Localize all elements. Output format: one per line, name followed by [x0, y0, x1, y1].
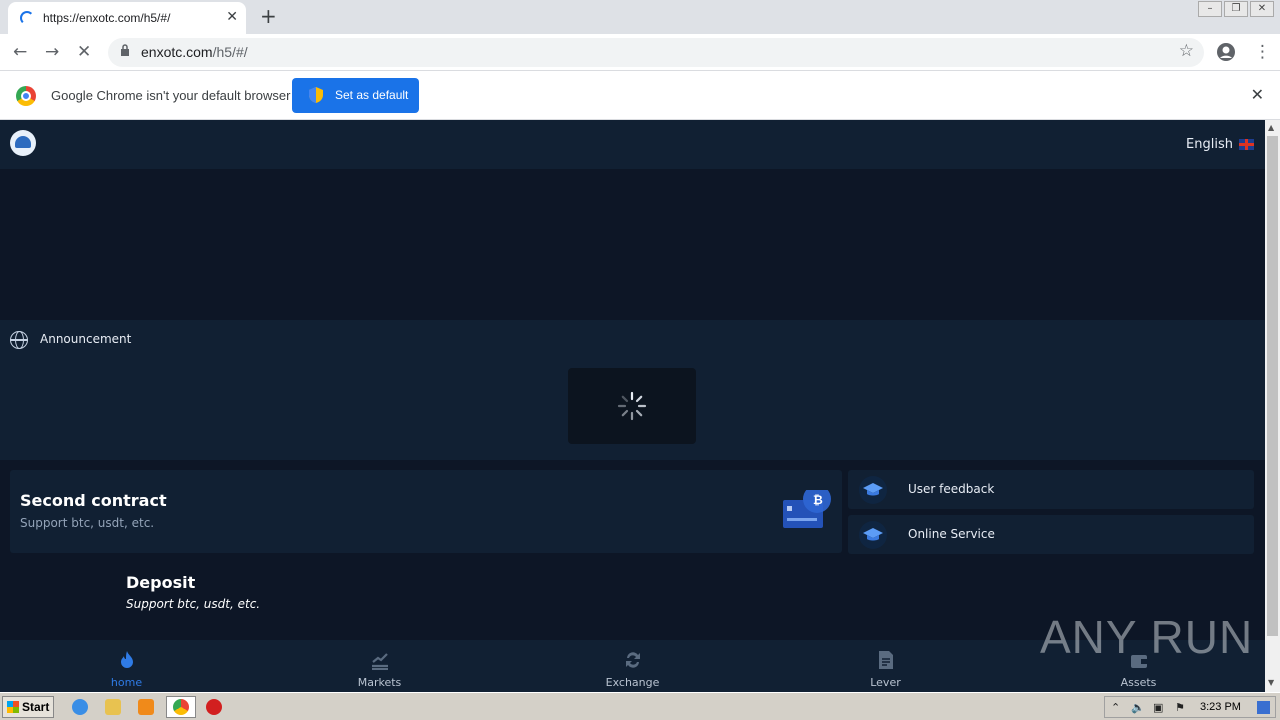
graduation-cap-icon	[859, 521, 887, 549]
url-path: /h5/#/	[212, 44, 248, 60]
document-icon	[879, 651, 893, 669]
flag-tray-icon[interactable]: ⚑	[1175, 701, 1188, 714]
scrollbar-thumb[interactable]	[1267, 136, 1278, 636]
nav-lever-label: Lever	[870, 676, 901, 689]
shield-icon	[309, 87, 323, 103]
contract-title: Second contract	[20, 491, 167, 510]
browser-tab[interactable]: https://enxotc.com/h5/#/ ✕	[8, 2, 246, 34]
back-icon[interactable]: ←	[13, 42, 27, 62]
tab-title: https://enxotc.com/h5/#/	[43, 11, 171, 25]
loading-spinner-icon	[20, 11, 34, 25]
loading-overlay	[568, 368, 696, 444]
user-feedback-item[interactable]: User feedback	[848, 470, 1254, 509]
flame-icon	[121, 651, 133, 668]
language-selector[interactable]: English	[1186, 137, 1233, 152]
nav-markets[interactable]: Markets	[253, 640, 506, 692]
profile-icon[interactable]	[1216, 42, 1236, 62]
svg-text:₿: ₿	[813, 493, 823, 507]
ie-icon[interactable]	[72, 699, 88, 715]
start-label: Start	[22, 700, 50, 714]
exchange-icon	[626, 652, 640, 668]
infobar-close-icon[interactable]: ✕	[1251, 85, 1264, 104]
bitcoin-card-icon: ₿	[783, 490, 831, 528]
markets-icon	[372, 653, 388, 670]
set-as-default-label: Set as default	[335, 88, 409, 102]
nav-exchange-label: Exchange	[605, 676, 660, 689]
tray-expand-icon[interactable]: ⌃	[1111, 701, 1124, 714]
minimize-button[interactable]: –	[1198, 1, 1222, 17]
chrome-logo-icon	[16, 86, 36, 106]
new-tab-button[interactable]: +	[260, 4, 277, 28]
warning-app-icon[interactable]	[206, 699, 222, 715]
network-icon[interactable]: ▣	[1153, 701, 1166, 714]
uk-flag-icon[interactable]	[1239, 139, 1254, 150]
clock[interactable]: 3:23 PM	[1200, 701, 1241, 713]
url-text: enxotc.com/h5/#/	[141, 44, 248, 60]
user-feedback-label: User feedback	[908, 482, 995, 496]
app-header: English	[0, 120, 1265, 169]
page-viewport: English Announcement Second contract Sup…	[0, 120, 1265, 692]
folder-icon[interactable]	[105, 699, 121, 715]
restore-button[interactable]: ❐	[1224, 1, 1248, 17]
default-browser-infobar: Google Chrome isn't your default browser…	[0, 71, 1280, 120]
windows-taskbar: Start ⌃ 🔈 ▣ ⚑ 3:23 PM	[0, 692, 1280, 720]
volume-icon[interactable]: 🔈	[1131, 701, 1145, 714]
window-close-button[interactable]: ✕	[1250, 1, 1274, 17]
nav-home-label: home	[110, 676, 143, 689]
nav-markets-label: Markets	[357, 676, 402, 689]
window-controls: – ❐ ✕	[1196, 1, 1274, 17]
announcement-label[interactable]: Announcement	[40, 332, 131, 346]
bookmark-star-icon[interactable]: ☆	[1179, 41, 1194, 61]
nav-home[interactable]: home	[0, 640, 253, 692]
app-logo[interactable]	[10, 130, 36, 156]
globe-icon	[10, 331, 28, 349]
stop-icon[interactable]: ✕	[77, 42, 91, 62]
online-service-item[interactable]: Online Service	[848, 515, 1254, 554]
menu-dots-icon[interactable]: ⋮	[1254, 42, 1271, 62]
system-tray: ⌃ 🔈 ▣ ⚑ 3:23 PM	[1104, 696, 1276, 718]
online-service-label: Online Service	[908, 527, 995, 541]
page-scrollbar[interactable]: ▲ ▼	[1265, 120, 1280, 692]
windows-logo-icon	[7, 701, 19, 713]
deposit-title: Deposit	[126, 573, 196, 592]
nav-exchange[interactable]: Exchange	[506, 640, 759, 692]
loading-spinner-icon	[617, 391, 647, 421]
nav-assets-label: Assets	[1120, 676, 1157, 689]
lock-icon	[121, 44, 129, 56]
show-desktop-icon[interactable]	[1257, 701, 1270, 714]
tab-strip: https://enxotc.com/h5/#/ ✕ + – ❐ ✕	[0, 0, 1280, 34]
start-button[interactable]: Start	[2, 696, 54, 718]
url-host: enxotc.com	[141, 44, 213, 60]
graduation-cap-icon	[859, 476, 887, 504]
scroll-up-icon[interactable]: ▲	[1268, 123, 1274, 132]
browser-toolbar: ← → ✕ enxotc.com/h5/#/ ☆ ⋮	[0, 34, 1280, 71]
contract-subtitle: Support btc, usdt, etc.	[20, 516, 155, 530]
feature-cards: Second contract Support btc, usdt, etc. …	[0, 460, 1265, 560]
chrome-icon	[173, 699, 189, 715]
deposit-subtitle: Support btc, usdt, etc.	[126, 597, 261, 611]
anyrun-watermark: ANY RUN	[1040, 611, 1254, 663]
set-as-default-button[interactable]: Set as default	[292, 78, 419, 113]
forward-icon[interactable]: →	[45, 42, 59, 62]
banner-area	[0, 169, 1265, 320]
scroll-down-icon[interactable]: ▼	[1268, 678, 1274, 687]
nav-lever[interactable]: Lever	[759, 640, 1012, 692]
infobar-message: Google Chrome isn't your default browser	[51, 88, 291, 103]
address-bar[interactable]: enxotc.com/h5/#/ ☆	[108, 38, 1204, 67]
tab-close-icon[interactable]: ✕	[226, 9, 238, 25]
second-contract-card[interactable]: Second contract Support btc, usdt, etc. …	[10, 470, 842, 553]
media-player-icon[interactable]	[138, 699, 154, 715]
